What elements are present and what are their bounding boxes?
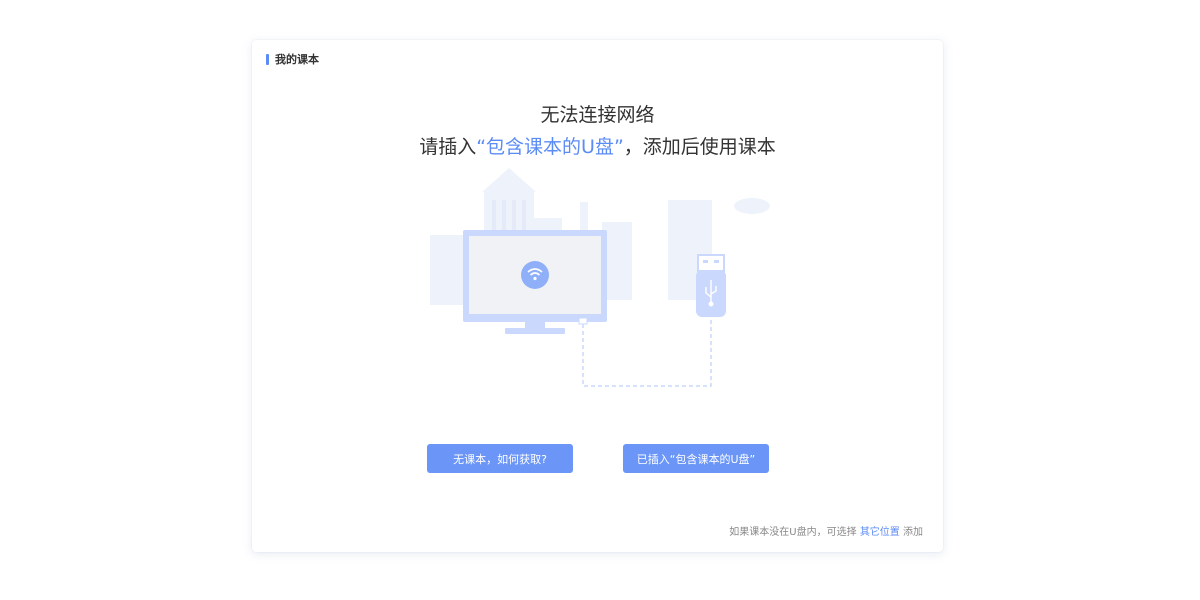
no-textbook-help-button[interactable]: 无课本，如何获取?	[427, 444, 573, 473]
offline-usb-illustration	[430, 168, 770, 387]
panel-title-text: 我的课本	[275, 53, 319, 66]
other-location-link[interactable]: 其它位置	[860, 527, 900, 538]
my-textbooks-panel: 我的课本 无法连接网络 请插入“包含课本的U盘”，添加后使用课本 无课本，如何获…	[252, 40, 943, 552]
instruction-prefix: 请插入	[419, 136, 477, 158]
footer-note-suffix: 添加	[903, 527, 923, 538]
wifi-icon	[521, 261, 549, 289]
status-headline: 无法连接网络	[540, 104, 655, 126]
usb-inserted-button[interactable]: 已插入“包含课本的U盘”	[623, 444, 769, 473]
panel-title: 我的课本	[266, 51, 319, 67]
status-instruction: 请插入“包含课本的U盘”，添加后使用课本	[252, 135, 943, 160]
cable-dashed	[582, 320, 712, 387]
instruction-highlight: “包含课本的U盘”	[476, 136, 624, 158]
title-accent-bar	[266, 53, 269, 65]
footer-note-prefix: 如果课本没在U盘内，可选择	[729, 527, 857, 538]
footer-note: 如果课本没在U盘内，可选择 其它位置 添加	[729, 523, 923, 538]
instruction-suffix: ，添加后使用课本	[623, 136, 776, 158]
